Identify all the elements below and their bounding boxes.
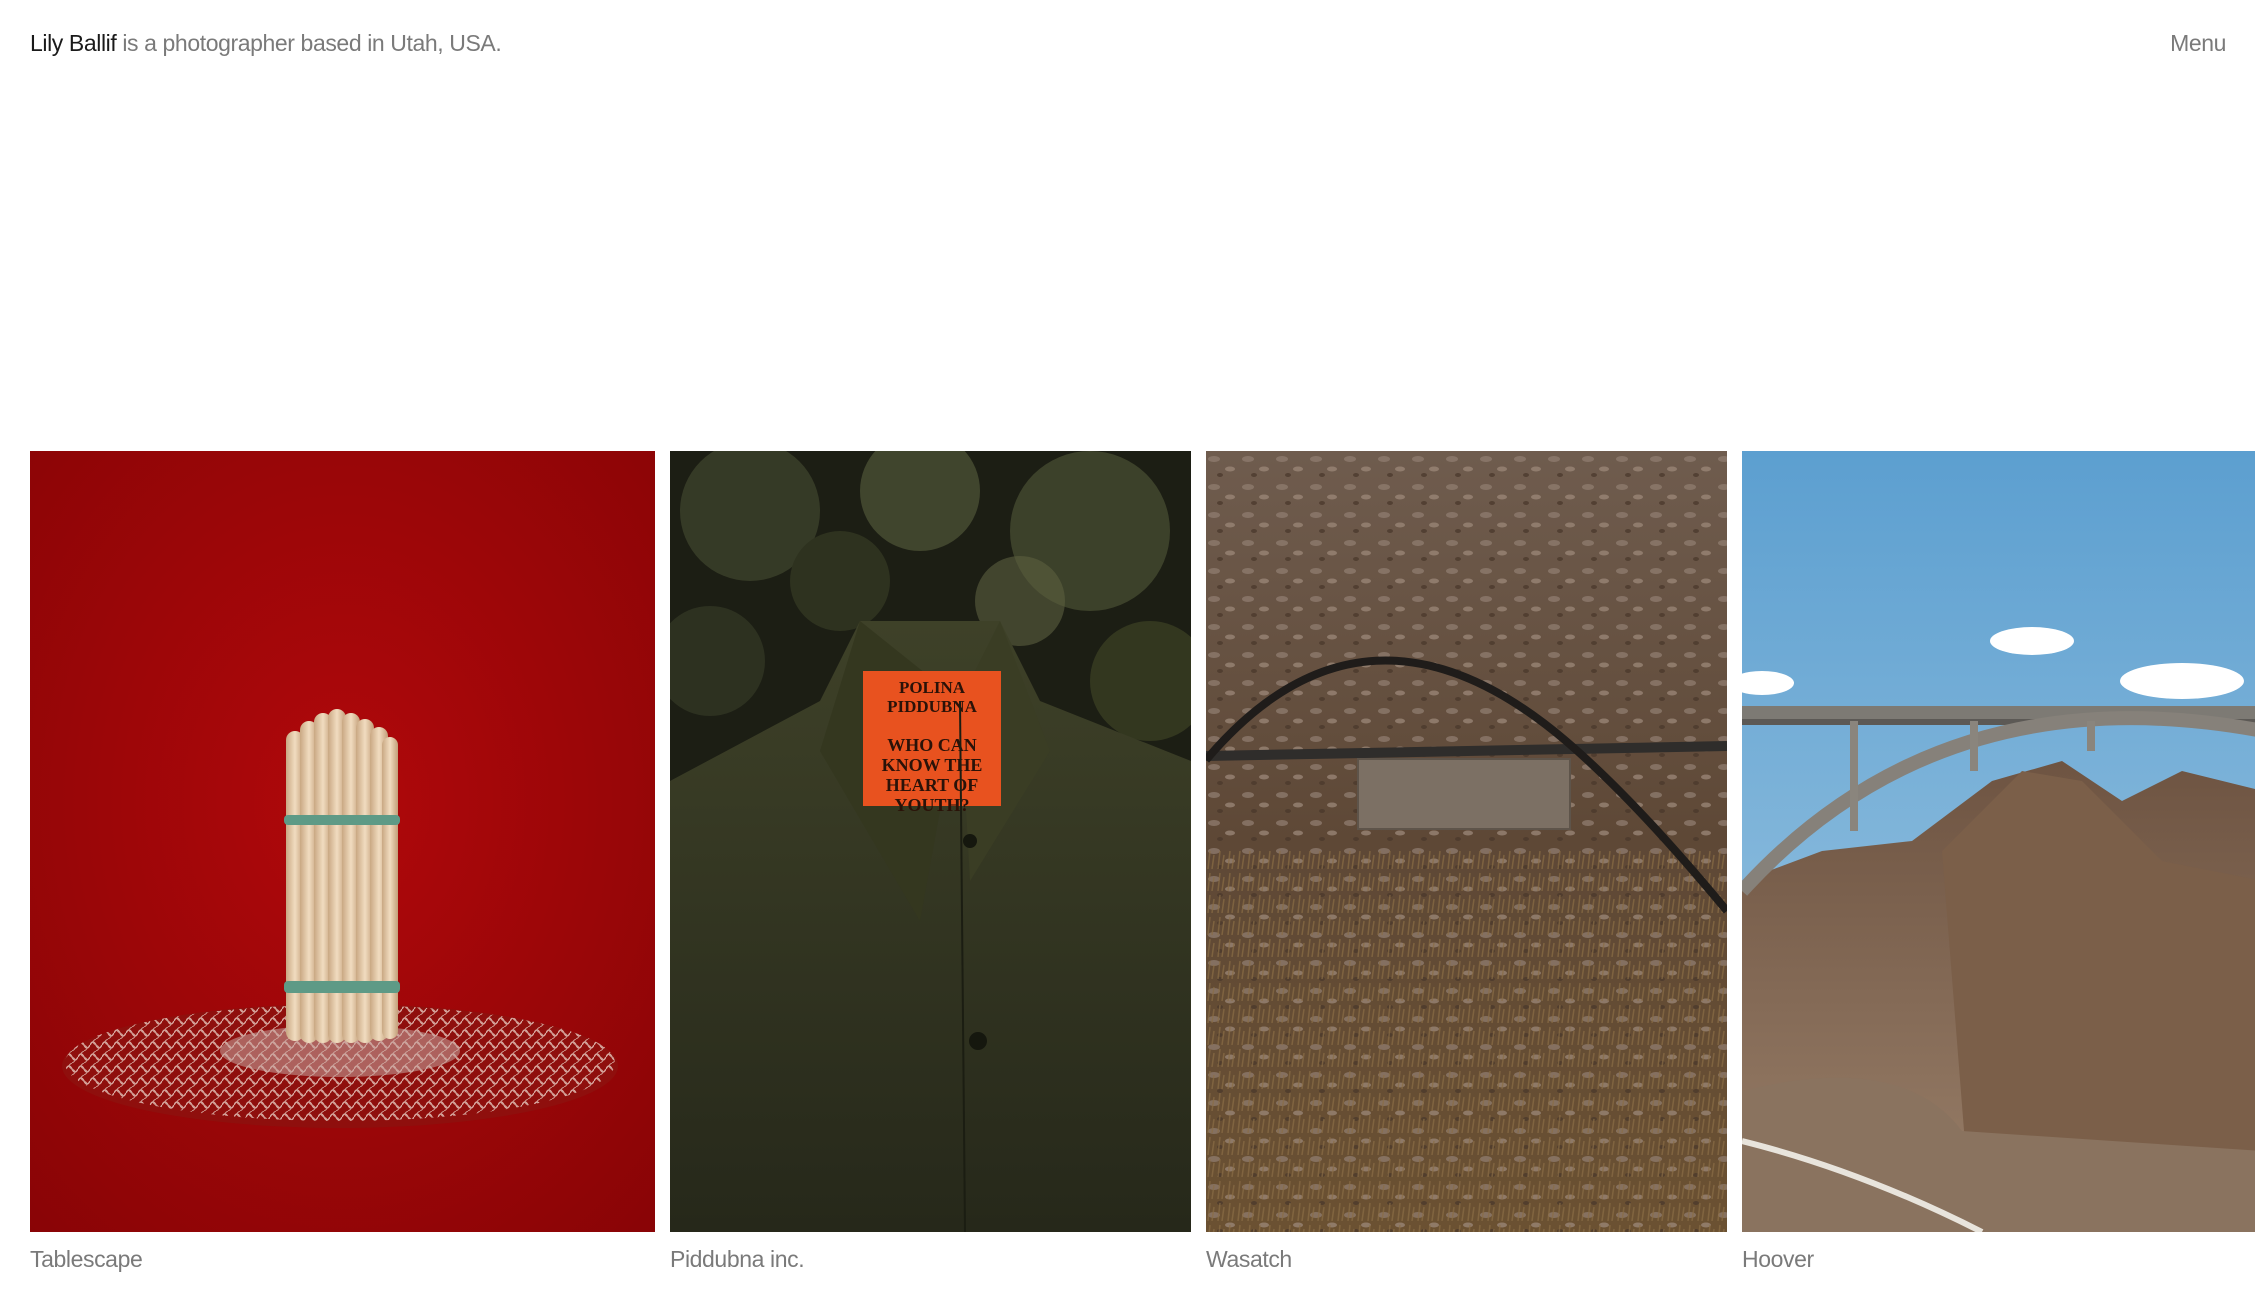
- label-line-5: HEART OF: [886, 775, 979, 795]
- project-image-tablescape[interactable]: [30, 451, 655, 1232]
- project-image-wasatch[interactable]: [1206, 451, 1727, 1232]
- shirt-photo: POLINA PIDDUBNA WHO CAN KNOW THE HEART O…: [670, 451, 1191, 1232]
- project-card-piddubna[interactable]: POLINA PIDDUBNA WHO CAN KNOW THE HEART O…: [670, 451, 1191, 1273]
- label-line-2: PIDDUBNA: [887, 697, 977, 716]
- rocky-ground-photo: [1206, 451, 1727, 1232]
- label-line-1: POLINA: [899, 678, 966, 697]
- project-title-hoover[interactable]: Hoover: [1742, 1246, 2255, 1273]
- site-intro: Lily Ballif is a photographer based in U…: [30, 30, 502, 57]
- photographer-name-link[interactable]: Lily Ballif: [30, 30, 117, 56]
- asparagus-photo: [30, 451, 655, 1232]
- menu-button[interactable]: Menu: [2170, 30, 2226, 57]
- site-header: Lily Ballif is a photographer based in U…: [0, 0, 2255, 92]
- project-card-wasatch[interactable]: Wasatch: [1206, 451, 1727, 1273]
- project-image-piddubna[interactable]: POLINA PIDDUBNA WHO CAN KNOW THE HEART O…: [670, 451, 1191, 1232]
- bridge-canyon-photo: [1742, 451, 2255, 1232]
- project-card-hoover[interactable]: Hoover: [1742, 451, 2255, 1273]
- intro-tagline: is a photographer based in Utah, USA.: [116, 30, 502, 56]
- label-line-6: YOUTH?: [894, 795, 969, 815]
- label-line-3: WHO CAN: [887, 735, 977, 755]
- project-title-tablescape[interactable]: Tablescape: [30, 1246, 655, 1273]
- project-title-piddubna[interactable]: Piddubna inc.: [670, 1246, 1191, 1273]
- project-title-wasatch[interactable]: Wasatch: [1206, 1246, 1727, 1273]
- project-card-tablescape[interactable]: Tablescape: [30, 451, 655, 1273]
- label-line-4: KNOW THE: [882, 755, 983, 775]
- project-image-hoover[interactable]: [1742, 451, 2255, 1232]
- project-gallery: Tablescape POLINA PIDDUBNA WHO CAN KNOW …: [0, 451, 2255, 1281]
